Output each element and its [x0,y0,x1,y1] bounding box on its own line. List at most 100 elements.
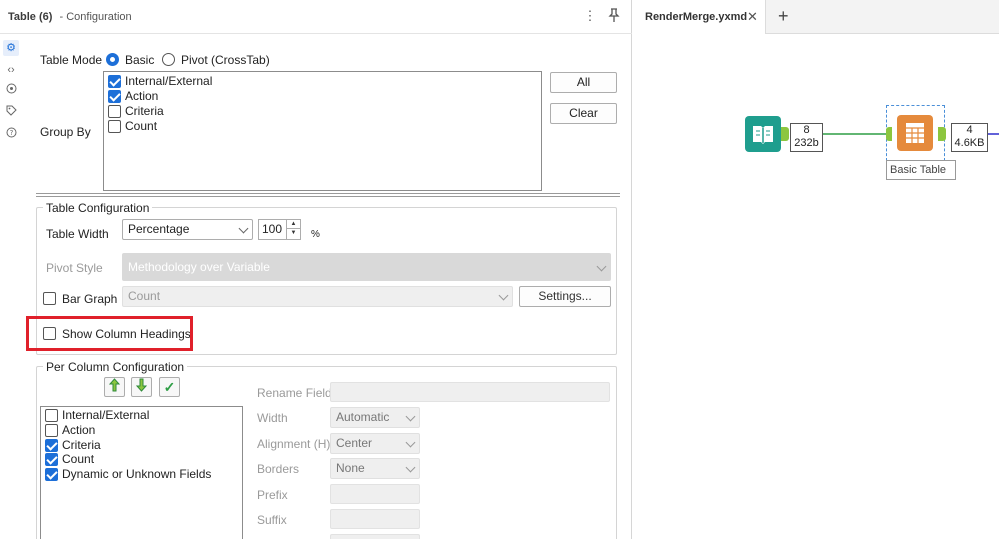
checkbox[interactable] [45,453,58,466]
panel-title-tool: Table (6) [8,11,53,23]
group-by-item-label: Count [125,119,158,133]
per-column-field-label: Internal/External [62,408,150,422]
bar-graph-field-select: Count [122,286,513,307]
tag-icon[interactable] [3,105,19,121]
group-by-list[interactable]: Internal/External Action Criteria Count [103,71,542,191]
panel-title-subtitle: - Configuration [59,11,132,23]
stepper-up-icon[interactable]: ▲ [287,220,300,229]
clear-button[interactable]: Clear [550,103,617,124]
checkbox[interactable] [45,439,58,452]
highlight-box [26,316,193,351]
code-icon[interactable]: ‹› [3,62,19,78]
table-width-label: Table Width [46,227,109,241]
configuration-panel: Table (6) - Configuration ⋮ ⚙ ‹› ? Table… [0,0,632,539]
select-all-button[interactable]: All [550,72,617,93]
column-width-value: Automatic [336,410,390,424]
group-by-item-label: Criteria [125,104,164,118]
table-width-unit: % [311,229,320,240]
chevron-down-icon [405,411,416,422]
pivot-style-value: Methodology over Variable [128,260,270,274]
table-width-mode-value: Percentage [128,222,190,236]
checkbox[interactable] [45,424,58,437]
workflow-connections [823,133,999,135]
prefix-label: Prefix [257,488,288,502]
checkbox[interactable] [108,120,121,133]
chevron-down-icon [405,462,416,473]
section-divider [36,196,620,197]
table-width-mode-select[interactable]: Percentage [122,219,253,240]
workflow-canvas[interactable]: RenderMerge.yxmd ✕ + 8 232b 4 4.6KB Basi… [633,0,999,539]
borders-select: None [330,458,420,479]
record-count: 4 [966,124,973,136]
table-mode-basic-radio[interactable] [106,53,119,66]
svg-text:?: ? [9,129,13,137]
chevron-down-icon [498,290,509,301]
more-options-icon[interactable]: ⋮ [582,8,598,24]
tool-annotation: Basic Table [886,160,956,180]
bar-graph-field-value: Count [128,289,161,303]
partially-visible-select [330,534,420,539]
per-column-field-label: Count [62,452,95,466]
group-by-label: Group By [40,125,91,139]
rename-field-input [330,382,610,402]
per-column-configuration-title: Per Column Configuration [43,360,188,374]
stepper-buttons: ▲ ▼ [286,220,300,239]
per-column-field-label: Action [62,423,96,437]
table-width-value: 100 [262,222,283,236]
annotation-icon[interactable] [3,83,19,99]
record-count-badge: 4 4.6KB [951,123,988,152]
checkbox[interactable] [45,468,58,481]
chevron-down-icon [238,223,249,234]
table-mode-basic-label[interactable]: Basic [125,53,154,67]
checkbox[interactable] [108,75,121,88]
borders-label: Borders [257,462,300,476]
checkbox[interactable] [108,105,121,118]
output-anchor[interactable] [938,127,946,141]
alignment-label: Alignment (H) [257,437,331,451]
chevron-down-icon [596,261,607,272]
move-down-button[interactable] [131,377,152,397]
basic-table-tool[interactable] [897,115,933,151]
per-column-field-label: Criteria [62,438,101,452]
column-width-select: Automatic [330,407,420,428]
width-label: Width [257,411,288,425]
alignment-select: Center [330,433,420,454]
output-anchor[interactable] [781,127,789,141]
per-column-field-label: Dynamic or Unknown Fields [62,467,212,481]
side-icon-rail: ⚙ ‹› ? [0,36,22,156]
help-icon[interactable]: ? [3,127,19,143]
table-mode-pivot-radio[interactable] [162,53,175,66]
checkbox[interactable] [108,90,121,103]
input-data-tool[interactable] [745,116,781,152]
pin-icon[interactable] [606,8,622,24]
group-by-item-label: Internal/External [125,74,213,88]
input-anchor[interactable] [886,127,892,141]
table-configuration-title: Table Configuration [43,201,153,215]
bar-graph-checkbox[interactable] [43,292,56,305]
pivot-style-select: Methodology over Variable [122,253,611,281]
table-icon [906,123,924,143]
section-divider [36,193,620,194]
panel-title: Table (6) - Configuration [8,11,132,23]
group-by-item-label: Action [125,89,159,103]
settings-button[interactable]: Settings... [519,286,611,307]
prefix-input [330,484,420,504]
move-up-button[interactable] [104,377,125,397]
checkbox[interactable] [45,409,58,422]
chevron-down-icon [405,437,416,448]
table-width-value-stepper[interactable]: 100 ▲ ▼ [258,219,301,240]
per-column-field-list[interactable]: Internal/External Action Criteria Count … [40,406,243,539]
borders-value: None [336,461,365,475]
record-size: 232b [794,137,819,149]
suffix-input [330,509,420,529]
rename-field-label: Rename Field [257,386,332,400]
book-icon [753,126,773,144]
check-all-button[interactable]: ✓ [159,377,180,397]
stepper-down-icon[interactable]: ▼ [287,229,300,238]
alignment-value: Center [336,436,373,450]
bar-graph-label: Bar Graph [62,292,118,306]
table-mode-pivot-label[interactable]: Pivot (CrossTab) [181,53,270,67]
table-mode-label: Table Mode [40,53,103,67]
gear-icon[interactable]: ⚙ [3,40,19,56]
record-count: 8 [803,124,810,136]
